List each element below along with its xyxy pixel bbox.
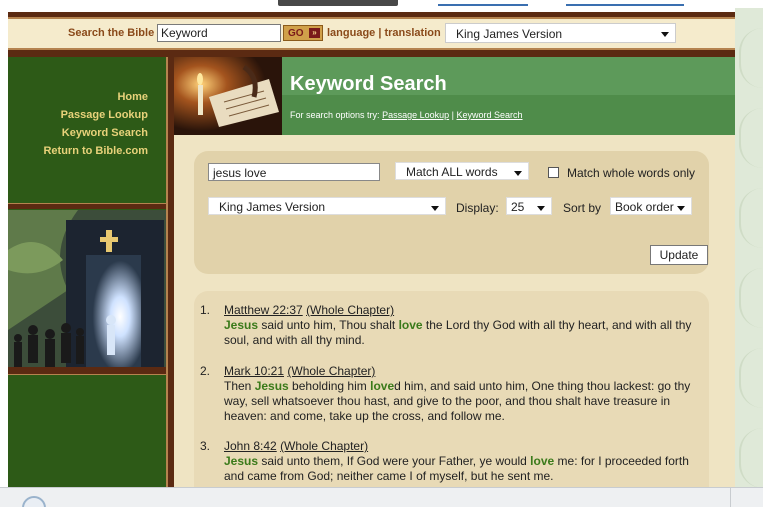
highlighted-term: love — [370, 379, 395, 393]
whole-words-label: Match whole words only — [567, 166, 696, 180]
display-count-select[interactable]: 25 — [506, 197, 552, 215]
whole-words-checkbox[interactable] — [548, 167, 559, 178]
nav-home[interactable]: Home — [8, 91, 148, 103]
result-reference-link[interactable]: Matthew 22:37 — [224, 303, 303, 317]
arrow-icon: » — [309, 28, 320, 38]
result-item: 2. Mark 10:21 (Whole Chapter) Then Jesus… — [200, 364, 694, 424]
chevron-down-icon — [537, 206, 545, 211]
whole-chapter-link[interactable]: (Whole Chapter) — [287, 364, 375, 378]
link-keyword-search[interactable]: Keyword Search — [457, 110, 523, 120]
results-list: 1. Matthew 22:37 (Whole Chapter) Jesus s… — [194, 291, 709, 487]
nav-keyword-search[interactable]: Keyword Search — [8, 127, 148, 139]
chevron-down-icon — [431, 206, 439, 211]
status-separator — [730, 488, 731, 507]
version-select[interactable]: King James Version — [208, 197, 446, 215]
header-candle-image — [174, 57, 282, 135]
divider-bar — [8, 48, 735, 57]
site-logo[interactable] — [278, 0, 398, 6]
status-globe-icon — [22, 496, 46, 507]
main-content: jesus love Match ALL words Match whole w… — [174, 135, 735, 487]
chevron-down-icon — [677, 206, 685, 211]
divider-bar — [8, 367, 166, 375]
result-item: 3. John 8:42 (Whole Chapter) Jesus said … — [200, 439, 694, 484]
go-button[interactable]: GO » — [283, 25, 323, 41]
decorative-border — [735, 8, 763, 488]
nav-passage-lookup[interactable]: Passage Lookup — [8, 109, 148, 121]
verse-text: Then Jesus beholding him loved him, and … — [224, 379, 694, 424]
sort-label: Sort by — [563, 201, 602, 215]
illustration-doorway-image — [8, 210, 166, 367]
keyword-input[interactable]: Keyword — [157, 24, 281, 42]
chevron-down-icon — [661, 32, 669, 37]
search-label: Search the Bible — [68, 27, 155, 39]
page-title: Keyword Search — [290, 73, 447, 95]
verse-fragment: Then — [224, 379, 255, 393]
page-header: Keyword Search For search options try: P… — [282, 57, 735, 135]
sidebar-nav: Home Passage Lookup Keyword Search Retur… — [8, 91, 148, 163]
result-reference-link[interactable]: John 8:42 — [224, 439, 277, 453]
update-button[interactable]: Update — [650, 245, 708, 265]
divider-bar — [8, 12, 735, 19]
result-reference-link[interactable]: Mark 10:21 — [224, 364, 284, 378]
match-type-select[interactable]: Match ALL words — [395, 162, 529, 180]
display-label: Display: — [456, 201, 499, 215]
chevron-down-icon — [514, 171, 522, 176]
highlighted-term: Jesus — [224, 318, 259, 332]
sidebar-border — [166, 57, 174, 487]
whole-chapter-link[interactable]: (Whole Chapter) — [280, 439, 368, 453]
verse-fragment: said unto them, If God were your Father,… — [258, 454, 531, 468]
highlighted-term: love — [530, 454, 555, 468]
highlighted-term: love — [398, 318, 423, 332]
header-link[interactable] — [438, 4, 528, 6]
header-link[interactable] — [566, 4, 684, 6]
left-sidebar: Home Passage Lookup Keyword Search Retur… — [8, 57, 174, 487]
verse-text: Jesus said unto him, Thou shalt love the… — [224, 318, 694, 348]
highlighted-term: Jesus — [224, 454, 259, 468]
divider-bar — [8, 203, 166, 209]
sort-select[interactable]: Book order — [610, 197, 692, 215]
whole-chapter-link[interactable]: (Whole Chapter) — [306, 303, 394, 317]
link-passage-lookup[interactable]: Passage Lookup — [382, 110, 449, 120]
search-options-panel: jesus love Match ALL words Match whole w… — [194, 151, 709, 274]
browser-status-bar — [0, 487, 763, 507]
verse-fragment: said unto him, Thou shalt — [258, 318, 399, 332]
nav-return-bible[interactable]: Return to Bible.com — [8, 145, 148, 157]
verse-text: Jesus said unto them, If God were your F… — [224, 454, 694, 484]
verse-fragment: beholding him — [288, 379, 371, 393]
result-item: 1. Matthew 22:37 (Whole Chapter) Jesus s… — [200, 303, 694, 348]
search-options-text: For search options try: Passage Lookup |… — [290, 110, 523, 120]
language-translation-link[interactable]: language | translation — [327, 27, 441, 39]
page: Search the Bible Keyword GO » language |… — [0, 0, 763, 507]
quick-search-bar: Search the Bible Keyword GO » language |… — [8, 19, 735, 48]
query-input[interactable]: jesus love — [208, 163, 380, 181]
highlighted-term: Jesus — [254, 379, 289, 393]
translation-select[interactable]: King James Version — [445, 23, 676, 43]
